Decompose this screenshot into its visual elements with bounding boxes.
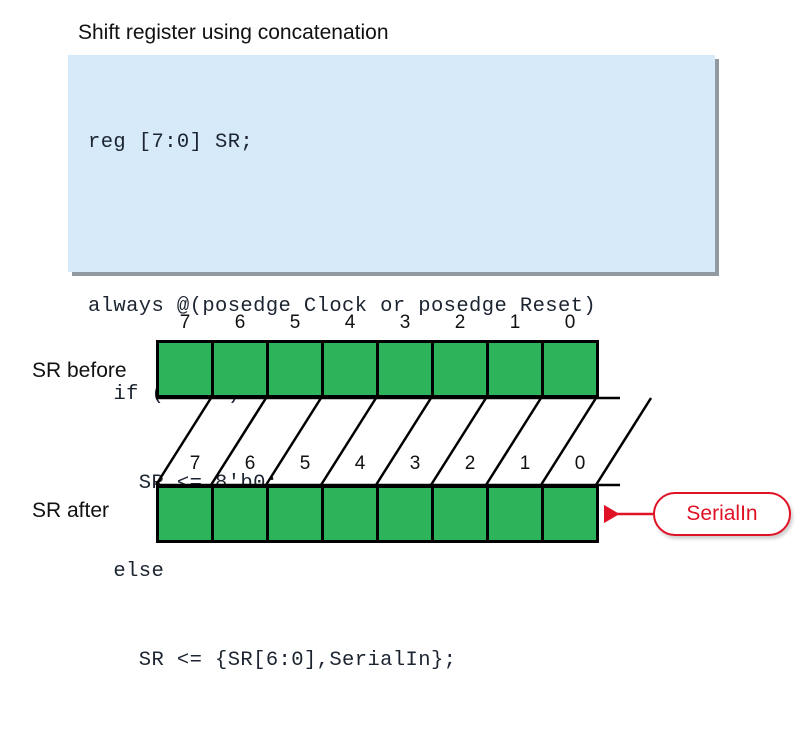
- code-block: reg [7:0] SR; always @(posedge Clock or …: [68, 55, 715, 672]
- register-cell[interactable]: [541, 340, 599, 398]
- register-cell[interactable]: [431, 485, 489, 543]
- serialin-callout[interactable]: SerialIn: [653, 492, 791, 536]
- register-cell[interactable]: [211, 340, 269, 398]
- bit-index-after: 4: [354, 453, 366, 474]
- bit-index-before: 0: [564, 312, 576, 333]
- register-cell[interactable]: [321, 340, 379, 398]
- bit-index-before: 3: [399, 312, 411, 333]
- register-cell[interactable]: [376, 340, 434, 398]
- register-cell[interactable]: [431, 340, 489, 398]
- bit-index-after: 7: [189, 453, 201, 474]
- bit-index-before: 4: [344, 312, 356, 333]
- register-cell[interactable]: [486, 485, 544, 543]
- bit-index-after: 5: [299, 453, 311, 474]
- code-line: reg [7:0] SR;: [88, 131, 254, 154]
- bit-index-before: 1: [509, 312, 521, 333]
- register-row-after: [156, 485, 599, 543]
- bit-index-after: 1: [519, 453, 531, 474]
- register-cell[interactable]: [156, 340, 214, 398]
- bit-index-after: 0: [574, 453, 586, 474]
- register-row-before: [156, 340, 599, 398]
- register-cell[interactable]: [211, 485, 269, 543]
- row-label-sr-after: SR after: [32, 499, 110, 522]
- bit-index-before: 5: [289, 312, 301, 333]
- register-cell[interactable]: [266, 485, 324, 543]
- bit-index-after: 3: [409, 453, 421, 474]
- bit-index-before: 6: [234, 312, 246, 333]
- register-cell[interactable]: [541, 485, 599, 543]
- register-cell[interactable]: [321, 485, 379, 543]
- serialin-callout-label: SerialIn: [686, 502, 758, 525]
- shift-register-diagram: SR before SR after 7 6 5 4 3 2 1 0 7 6 5: [0, 300, 807, 553]
- bit-index-before: 2: [454, 312, 466, 333]
- register-cell[interactable]: [486, 340, 544, 398]
- bit-index-before: 7: [179, 312, 191, 333]
- bit-index-after: 6: [244, 453, 256, 474]
- register-cell[interactable]: [376, 485, 434, 543]
- register-cell[interactable]: [156, 485, 214, 543]
- code-line: else: [88, 560, 165, 583]
- code-line: SR <= {SR[6:0],SerialIn};: [88, 648, 457, 672]
- register-cell[interactable]: [266, 340, 324, 398]
- bit-index-after: 2: [464, 453, 476, 474]
- page-title: Shift register using concatenation: [78, 21, 389, 44]
- row-label-sr-before: SR before: [32, 359, 127, 382]
